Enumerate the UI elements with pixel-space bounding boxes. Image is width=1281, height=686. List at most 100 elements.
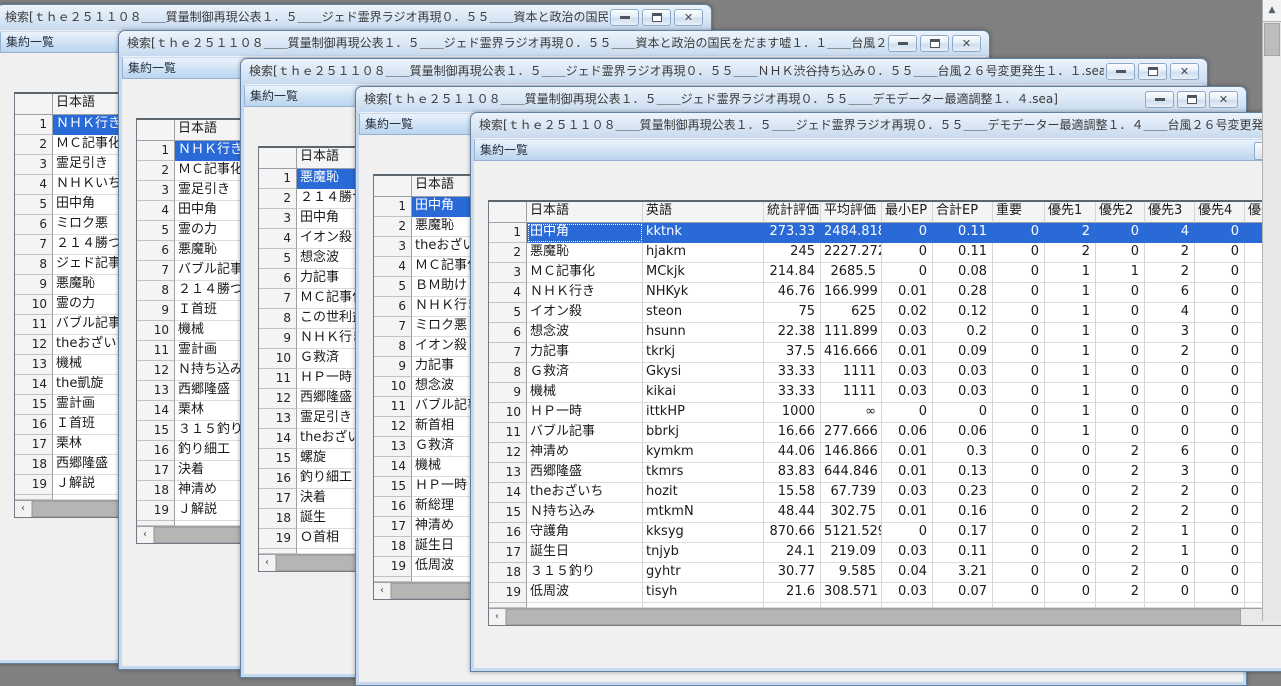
table-cell[interactable]: 219.09 (821, 543, 882, 563)
table-cell[interactable]: tkrkj (643, 343, 764, 363)
table-cell[interactable]: hsunn (643, 323, 764, 343)
table-cell[interactable]: 0.03 (882, 383, 933, 403)
table-cell[interactable]: Gkysi (643, 363, 764, 383)
table-cell[interactable]: 22.38 (764, 323, 821, 343)
table-cell[interactable]: 0 (1195, 503, 1245, 523)
table-cell[interactable]: 0 (1096, 323, 1145, 343)
table-row[interactable]: 7力記事tkrkj37.5416.6660.010.0901020 (489, 343, 1281, 363)
table-row[interactable]: 17誕生日tnjyb24.1219.090.030.1100210 (489, 543, 1281, 563)
table-cell[interactable]: 0 (993, 583, 1045, 603)
table-cell[interactable]: 0.12 (933, 303, 993, 323)
table-cell[interactable]: 16.66 (764, 423, 821, 443)
column-header[interactable]: 最小EP (882, 202, 933, 223)
table-row[interactable]: 1田中角kktnk273.332484.81800.1102040 (489, 223, 1281, 243)
table-cell[interactable]: hozit (643, 483, 764, 503)
table-cell[interactable]: tnjyb (643, 543, 764, 563)
table-cell[interactable]: 2 (1096, 483, 1145, 503)
table-cell[interactable]: 0 (1096, 303, 1145, 323)
table-cell[interactable]: 277.666 (821, 423, 882, 443)
table-cell[interactable]: 1 (1045, 303, 1096, 323)
table-row[interactable]: 12神清めkymkm44.06146.8660.010.300260 (489, 443, 1281, 463)
table-cell[interactable]: 2 (1096, 503, 1145, 523)
table-cell[interactable]: 302.75 (821, 503, 882, 523)
table-cell[interactable]: 0.07 (933, 583, 993, 603)
table-cell[interactable]: 0.01 (882, 283, 933, 303)
table-cell[interactable]: 0 (1195, 343, 1245, 363)
table-cell[interactable]: mtkmN (643, 503, 764, 523)
table-cell[interactable]: ＮＨＫ行き (527, 283, 643, 303)
table-cell[interactable]: 9.585 (821, 563, 882, 583)
minimize-button[interactable] (1106, 63, 1135, 80)
table-cell[interactable]: 1 (1045, 423, 1096, 443)
table-cell[interactable]: 0 (1195, 283, 1245, 303)
table-row[interactable]: 19低周波tisyh21.6308.5710.030.0700200 (489, 583, 1281, 603)
table-cell[interactable]: kikai (643, 383, 764, 403)
table-cell[interactable]: 0 (1195, 483, 1245, 503)
scroll-left-button[interactable]: ‹ (137, 527, 154, 543)
table-cell[interactable]: 2 (1096, 463, 1145, 483)
table-cell[interactable]: 146.866 (821, 443, 882, 463)
table-cell[interactable]: 0.17 (933, 523, 993, 543)
table-cell[interactable]: 0.09 (933, 343, 993, 363)
column-header[interactable]: 優先2 (1096, 202, 1145, 223)
table-cell[interactable]: 625 (821, 303, 882, 323)
table-cell[interactable]: 0 (993, 423, 1045, 443)
table-row[interactable]: 6想念波hsunn22.38111.8990.030.201030 (489, 323, 1281, 343)
table-cell[interactable]: 0 (993, 243, 1045, 263)
table-cell[interactable]: 0 (882, 403, 933, 423)
table-cell[interactable]: 守護角 (527, 523, 643, 543)
scroll-up-button[interactable]: ▲ (1263, 0, 1281, 22)
table-cell[interactable]: 4 (1145, 303, 1195, 323)
close-button[interactable]: ✕ (674, 9, 703, 26)
table-cell[interactable]: 0 (1045, 463, 1096, 483)
table-cell[interactable]: 0 (1145, 563, 1195, 583)
table-cell[interactable]: 0 (1096, 423, 1145, 443)
table-cell[interactable]: 2 (1096, 563, 1145, 583)
scroll-thumb[interactable] (506, 609, 1241, 625)
table-cell[interactable]: 33.33 (764, 383, 821, 403)
table-cell[interactable]: NHKyk (643, 283, 764, 303)
column-header[interactable]: 優先4 (1195, 202, 1245, 223)
table-cell[interactable]: 6 (1145, 283, 1195, 303)
table-cell[interactable]: 0 (882, 523, 933, 543)
table-cell[interactable]: 2 (1045, 223, 1096, 243)
table-cell[interactable]: ∞ (821, 403, 882, 423)
table-cell[interactable]: 1 (1045, 263, 1096, 283)
table-cell[interactable]: 0 (1195, 323, 1245, 343)
table-cell[interactable]: 15.58 (764, 483, 821, 503)
table-cell[interactable]: 0.11 (933, 543, 993, 563)
table-cell[interactable]: 力記事 (527, 343, 643, 363)
table-cell[interactable]: 0 (993, 283, 1045, 303)
table-cell[interactable]: 0 (1195, 443, 1245, 463)
table-cell[interactable]: 0 (993, 463, 1045, 483)
table-cell[interactable]: 0 (1145, 423, 1195, 443)
table-cell[interactable]: Ｎ持ち込み (527, 503, 643, 523)
table-cell[interactable]: 3 (1145, 463, 1195, 483)
maximize-button[interactable] (1177, 91, 1206, 108)
table-cell[interactable]: 0 (1195, 303, 1245, 323)
table-cell[interactable]: 2 (1145, 343, 1195, 363)
table-cell[interactable]: 5121.529 (821, 523, 882, 543)
table-cell[interactable]: ＭＣ記事化 (527, 263, 643, 283)
table-cell[interactable]: Ｇ救済 (527, 363, 643, 383)
table-row[interactable]: 3ＭＣ記事化MCkjk214.842685.500.0801120 (489, 263, 1281, 283)
table-cell[interactable]: 1 (1145, 543, 1195, 563)
table-cell[interactable]: 0 (993, 223, 1045, 243)
column-header[interactable]: 日本語 (527, 202, 643, 223)
table-cell[interactable]: 0 (1145, 363, 1195, 383)
table-cell[interactable]: 0 (1096, 363, 1145, 383)
table-cell[interactable]: 0 (993, 443, 1045, 463)
table-cell[interactable]: 0 (993, 483, 1045, 503)
table-cell[interactable]: 2 (1096, 583, 1145, 603)
table-cell[interactable]: 0.11 (933, 223, 993, 243)
table-cell[interactable]: 0 (1096, 223, 1145, 243)
table-cell[interactable]: 2 (1145, 263, 1195, 283)
table-cell[interactable]: 0.03 (933, 383, 993, 403)
table-cell[interactable]: 0 (1145, 383, 1195, 403)
table-cell[interactable]: 0 (993, 503, 1045, 523)
table-cell[interactable]: 2484.818 (821, 223, 882, 243)
table-cell[interactable]: 0 (882, 223, 933, 243)
table-row[interactable]: 14theおざいちhozit15.5867.7390.030.2300220 (489, 483, 1281, 503)
table-cell[interactable]: 6 (1145, 443, 1195, 463)
table-row[interactable]: 5イオン殺steon756250.020.1201040 (489, 303, 1281, 323)
